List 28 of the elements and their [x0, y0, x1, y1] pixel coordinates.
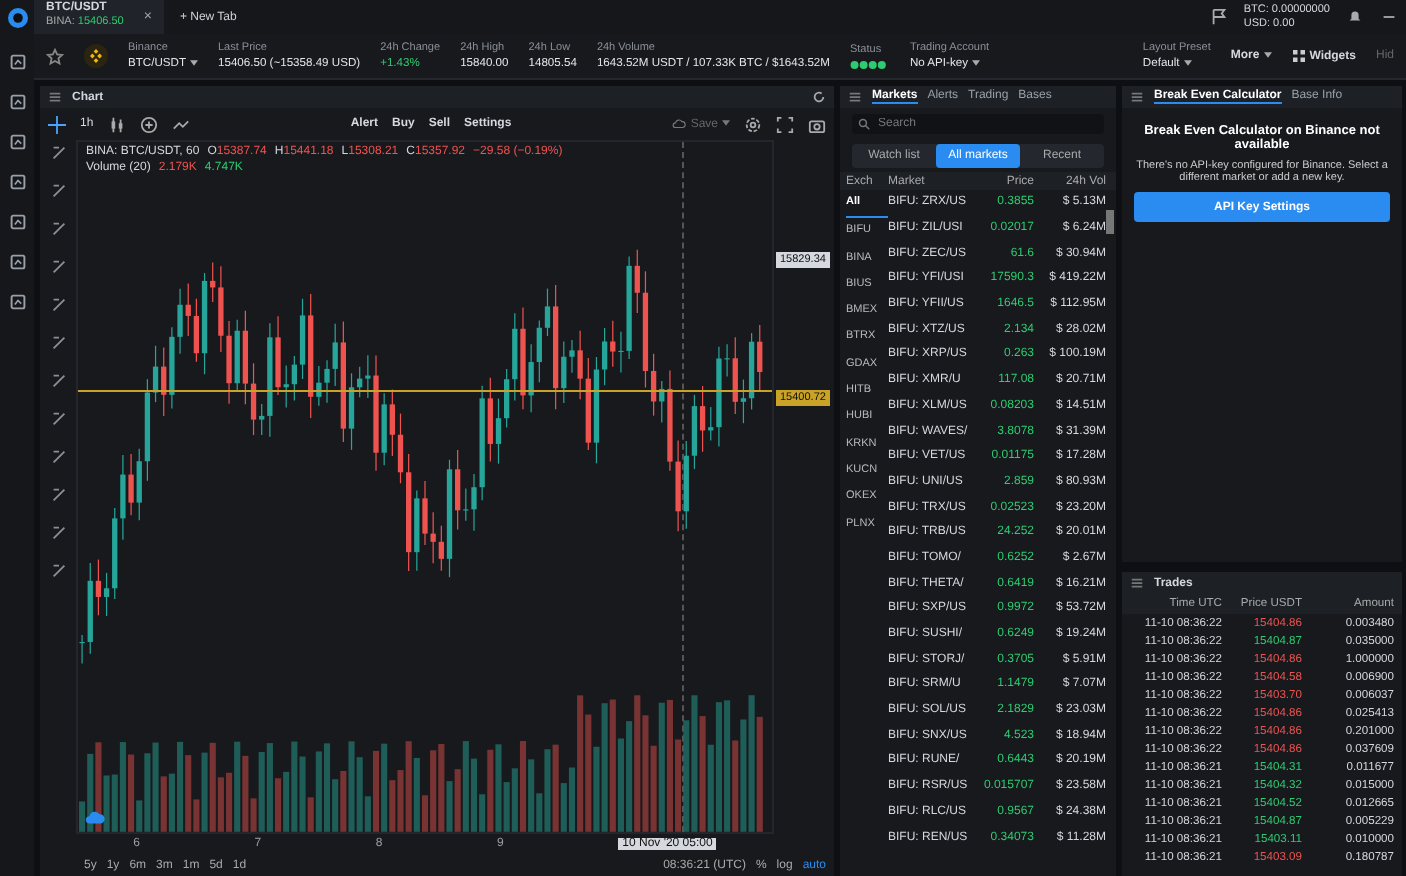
trend-line-icon[interactable]	[49, 182, 67, 200]
add-indicator-icon[interactable]	[139, 115, 158, 133]
drag-handle-icon[interactable]	[1130, 90, 1144, 104]
candles-icon[interactable]	[107, 115, 126, 133]
search-icon	[858, 118, 870, 130]
flag-icon[interactable]	[1209, 8, 1228, 26]
fullscreen-icon[interactable]	[776, 115, 794, 133]
refresh-icon[interactable]	[812, 90, 826, 104]
cloud-icon	[672, 117, 687, 130]
cloud-logo-icon	[84, 810, 106, 826]
bell-icon[interactable]	[1346, 8, 1364, 26]
settings-icon[interactable]	[744, 115, 762, 133]
drag-handle-icon[interactable]	[1130, 576, 1144, 590]
app-logo-icon[interactable]	[5, 6, 29, 30]
camera-icon[interactable]	[808, 115, 826, 133]
exchange-logo-icon	[84, 44, 108, 68]
caret-icon	[1183, 59, 1192, 66]
caret-icon	[971, 59, 980, 66]
widgets-icon	[1291, 49, 1306, 62]
connection-status-icon	[849, 60, 890, 70]
compare-icon[interactable]	[171, 115, 190, 133]
star-icon[interactable]	[46, 47, 64, 65]
drag-handle-icon[interactable]	[48, 90, 62, 104]
caret-icon	[190, 59, 198, 66]
caret-icon	[722, 120, 730, 127]
scrollbar[interactable]	[1106, 210, 1114, 234]
drag-handle-icon[interactable]	[848, 90, 862, 104]
caret-icon	[1263, 51, 1272, 58]
